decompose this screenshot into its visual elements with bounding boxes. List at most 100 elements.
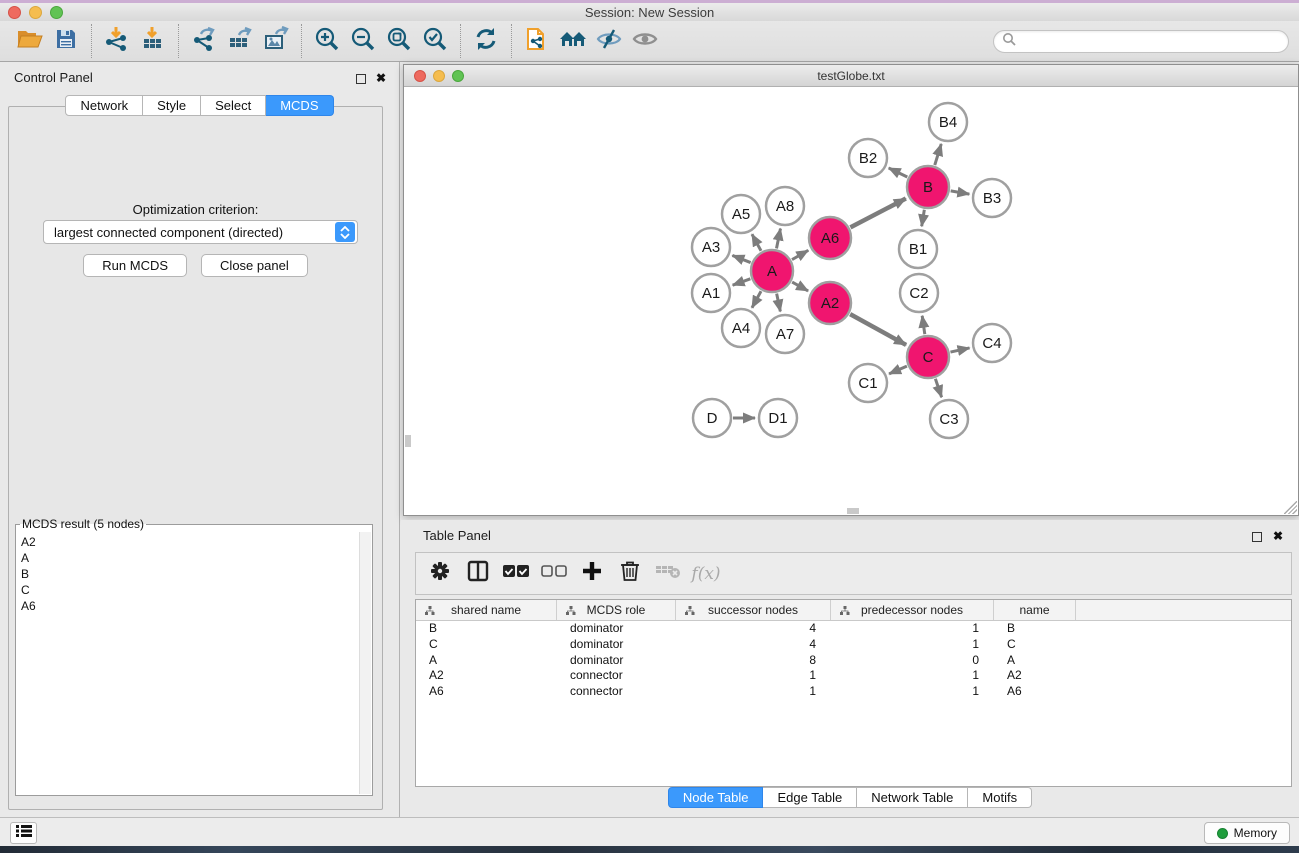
- network-overview-button[interactable]: [555, 24, 591, 58]
- graph-node-C2[interactable]: C2: [900, 274, 938, 312]
- graph-node-C[interactable]: C: [907, 336, 949, 378]
- table-tab-motifs[interactable]: Motifs: [968, 787, 1032, 808]
- search-field[interactable]: [993, 30, 1289, 53]
- column-header-name[interactable]: name: [994, 600, 1076, 620]
- table-cell[interactable]: connector: [557, 684, 676, 700]
- open-session-button[interactable]: [12, 24, 48, 58]
- table-cell[interactable]: B: [416, 621, 557, 637]
- table-cell[interactable]: 1: [676, 668, 831, 684]
- vertical-scroll-mark[interactable]: [405, 435, 411, 447]
- search-input[interactable]: [1020, 35, 1288, 49]
- graph-node-A3[interactable]: A3: [692, 228, 730, 266]
- graph-node-A4[interactable]: A4: [722, 309, 760, 347]
- zoom-out-button[interactable]: [345, 24, 381, 58]
- network-window-titlebar[interactable]: testGlobe.txt: [404, 65, 1298, 87]
- show-columns-button[interactable]: [464, 559, 492, 589]
- table-cell[interactable]: 1: [831, 684, 994, 700]
- graph-node-B1[interactable]: B1: [899, 230, 937, 268]
- save-session-button[interactable]: [48, 24, 84, 58]
- delete-table-button[interactable]: [654, 559, 682, 589]
- graph-node-A6[interactable]: A6: [809, 217, 851, 259]
- mcds-result-item[interactable]: A: [21, 550, 359, 566]
- graph-node-D[interactable]: D: [693, 399, 731, 437]
- table-cell[interactable]: A2: [416, 668, 557, 684]
- import-table-button[interactable]: [135, 24, 171, 58]
- mcds-result-item[interactable]: A6: [21, 598, 359, 614]
- graph-node-A2[interactable]: A2: [809, 282, 851, 324]
- table-cell[interactable]: connector: [557, 668, 676, 684]
- table-cell[interactable]: A2: [994, 668, 1076, 684]
- function-builder-button[interactable]: f(x): [692, 559, 720, 589]
- network-canvas[interactable]: B4B2BB3A8A5A6A3B1AA1C2A2A4A7C4CC1C3DD1: [404, 88, 1298, 515]
- table-cell[interactable]: A6: [994, 684, 1076, 700]
- graph-edge-A-A1[interactable]: [733, 279, 751, 285]
- table-row[interactable]: A6connector11A6: [416, 684, 1291, 700]
- table-cell[interactable]: C: [994, 637, 1076, 653]
- import-network-button[interactable]: [99, 24, 135, 58]
- graph-edge-A-A7[interactable]: [777, 294, 781, 312]
- graph-node-B4[interactable]: B4: [929, 103, 967, 141]
- float-panel-icon[interactable]: [356, 74, 366, 84]
- table-row[interactable]: A2connector11A2: [416, 668, 1291, 684]
- horizontal-scroll-mark[interactable]: [847, 508, 859, 514]
- graph-edge-C-C4[interactable]: [950, 348, 969, 352]
- new-network-button[interactable]: [519, 24, 555, 58]
- table-cell[interactable]: dominator: [557, 653, 676, 669]
- tab-network[interactable]: Network: [65, 95, 143, 116]
- mcds-result-item[interactable]: A2: [21, 534, 359, 550]
- table-cell[interactable]: 1: [676, 684, 831, 700]
- graph-node-A8[interactable]: A8: [766, 187, 804, 225]
- graph-edge-A-A3[interactable]: [732, 255, 750, 262]
- table-cell[interactable]: dominator: [557, 621, 676, 637]
- show-graphics-details-button[interactable]: [627, 24, 663, 58]
- tab-select[interactable]: Select: [201, 95, 266, 116]
- graph-edge-B-B4[interactable]: [935, 144, 941, 165]
- graph-node-C4[interactable]: C4: [973, 324, 1011, 362]
- add-column-button[interactable]: [578, 559, 606, 589]
- table-cell[interactable]: dominator: [557, 637, 676, 653]
- column-header-predecessor-nodes[interactable]: predecessor nodes: [831, 600, 994, 620]
- window-resize-grip[interactable]: [1284, 501, 1297, 514]
- graph-edge-B-B1[interactable]: [922, 210, 925, 227]
- zoom-fit-button[interactable]: [381, 24, 417, 58]
- dropdown-stepper[interactable]: [335, 222, 355, 242]
- graph-node-B2[interactable]: B2: [849, 139, 887, 177]
- table-row[interactable]: Bdominator41B: [416, 621, 1291, 637]
- graph-edge-A-A4[interactable]: [752, 291, 761, 308]
- graph-node-A1[interactable]: A1: [692, 274, 730, 312]
- table-cell[interactable]: 8: [676, 653, 831, 669]
- tab-mcds[interactable]: MCDS: [266, 95, 333, 116]
- close-panel-button[interactable]: Close panel: [201, 254, 308, 277]
- graph-node-A[interactable]: A: [751, 250, 793, 292]
- graph-edge-A-A2[interactable]: [792, 282, 808, 291]
- mcds-result-item[interactable]: C: [21, 582, 359, 598]
- mcds-result-item[interactable]: B: [21, 566, 359, 582]
- table-row[interactable]: Cdominator41C: [416, 637, 1291, 653]
- mcds-result-scrollbar[interactable]: [359, 532, 371, 794]
- table-tab-edge-table[interactable]: Edge Table: [763, 787, 857, 808]
- apply-layout-button[interactable]: [468, 24, 504, 58]
- column-header-shared-name[interactable]: shared name: [416, 600, 557, 620]
- graph-edge-C-C1[interactable]: [889, 366, 907, 374]
- graph-node-B3[interactable]: B3: [973, 179, 1011, 217]
- graph-node-C3[interactable]: C3: [930, 400, 968, 438]
- table-cell[interactable]: 4: [676, 637, 831, 653]
- table-cell[interactable]: C: [416, 637, 557, 653]
- table-settings-button[interactable]: [426, 559, 454, 589]
- table-cell[interactable]: 1: [831, 637, 994, 653]
- float-table-panel-icon[interactable]: [1252, 532, 1262, 542]
- graph-edge-A-A5[interactable]: [752, 234, 761, 251]
- column-header-MCDS-role[interactable]: MCDS role: [557, 600, 676, 620]
- zoom-selected-button[interactable]: [417, 24, 453, 58]
- table-cell[interactable]: 1: [831, 621, 994, 637]
- table-tab-network-table[interactable]: Network Table: [857, 787, 968, 808]
- run-mcds-button[interactable]: Run MCDS: [83, 254, 187, 277]
- graph-node-C1[interactable]: C1: [849, 364, 887, 402]
- close-panel-icon[interactable]: ✖: [376, 71, 386, 85]
- tab-style[interactable]: Style: [143, 95, 201, 116]
- graph-edge-C-C3[interactable]: [935, 379, 941, 397]
- table-cell[interactable]: 0: [831, 653, 994, 669]
- zoom-in-button[interactable]: [309, 24, 345, 58]
- graph-edge-C-C2[interactable]: [922, 316, 925, 334]
- table-cell[interactable]: A: [994, 653, 1076, 669]
